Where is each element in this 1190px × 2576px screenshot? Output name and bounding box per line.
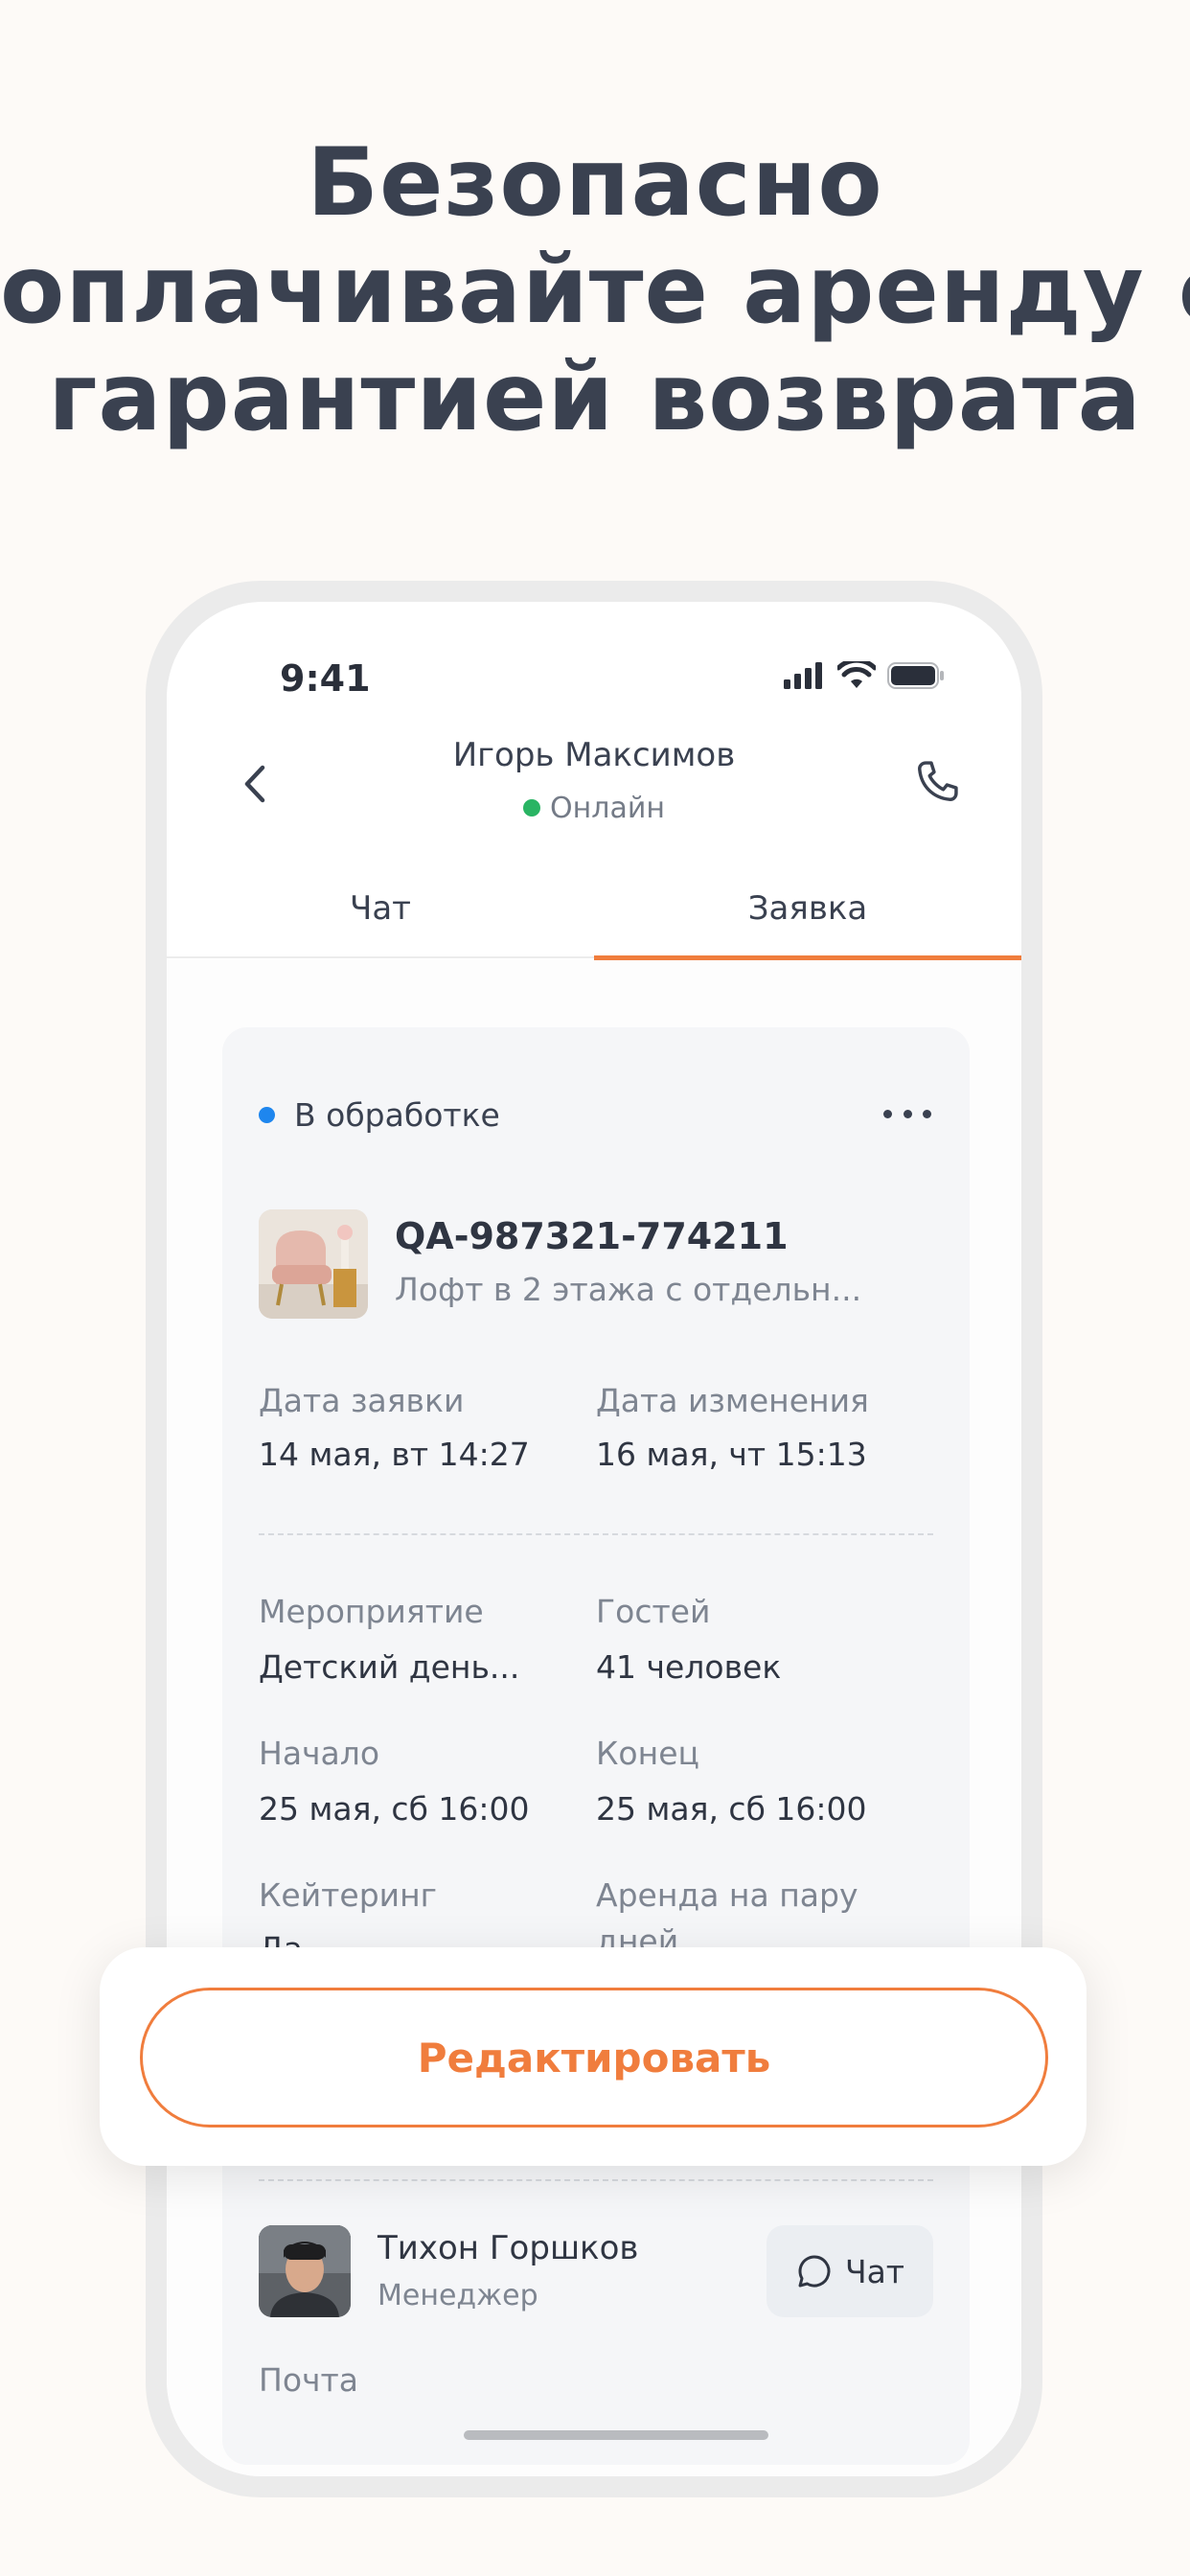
contact-status-label: Онлайн [550, 792, 665, 825]
manager-chat-button[interactable]: Чат [767, 2225, 933, 2317]
phone-screen: 9:41 Игорь Максимов Онлайн Чат Заявка В … [167, 602, 1021, 2476]
status-icons [784, 661, 945, 690]
guests-label: Гостей [596, 1593, 711, 1630]
manager-avatar [259, 2225, 351, 2317]
contact-name: Игорь Максимов [452, 736, 736, 774]
manager-name: Тихон Горшков [378, 2229, 639, 2267]
change-date-label: Дата изменения [596, 1382, 869, 1419]
section-divider [259, 1533, 933, 1535]
battery-icon [887, 662, 944, 689]
request-status-label: В обработке [294, 1096, 500, 1134]
phone-frame: 9:41 Игорь Максимов Онлайн Чат Заявка В … [146, 581, 1042, 2497]
home-indicator[interactable] [464, 2430, 768, 2440]
status-time: 9:41 [280, 657, 371, 700]
event-label: Мероприятие [259, 1593, 484, 1630]
request-content[interactable]: В обработке QA-987321-774211 Лофт в 2 эт… [167, 960, 1021, 2476]
manager-chat-label: Чат [844, 2252, 905, 2290]
promo-headline: Безопасно оплачивайте аренду с гарантией… [0, 129, 1190, 451]
headline-line-3: гарантией возврата [48, 343, 1142, 452]
more-dot-icon [903, 1109, 912, 1118]
call-button[interactable] [906, 751, 968, 813]
manager-role: Менеджер [378, 2279, 538, 2312]
more-dot-icon [883, 1109, 892, 1118]
request-card: В обработке QA-987321-774211 Лофт в 2 эт… [222, 1027, 970, 2465]
edit-button[interactable]: Редактировать [140, 1988, 1048, 2128]
venue-title: Лофт в 2 этажа с отдельн... [395, 1271, 862, 1308]
start-label: Начало [259, 1735, 380, 1772]
manager-photo-image [259, 2225, 351, 2317]
request-id: QA-987321-774211 [395, 1215, 789, 1257]
wifi-icon [837, 661, 876, 688]
start-value: 25 мая, сб 16:00 [259, 1790, 530, 1828]
phone-icon [918, 761, 958, 801]
tab-request[interactable]: Заявка [594, 861, 1021, 960]
end-value: 25 мая, сб 16:00 [596, 1790, 867, 1828]
request-date-label: Дата заявки [259, 1382, 465, 1419]
change-date-value: 16 мая, чт 15:13 [596, 1436, 867, 1473]
rent-label-line-1: Аренда на пару [596, 1876, 858, 1914]
guests-value: 41 человек [596, 1648, 782, 1686]
venue-thumbnail [259, 1209, 368, 1319]
edit-panel: Редактировать [100, 1947, 1087, 2166]
more-dot-icon [923, 1109, 931, 1118]
more-options-button[interactable] [883, 1104, 931, 1123]
catering-label: Кейтеринг [259, 1876, 438, 1914]
chat-bubble-icon [798, 2255, 831, 2288]
contact-status: Онлайн [167, 792, 1021, 825]
venue-photo-image [259, 1209, 368, 1319]
online-indicator [523, 798, 541, 816]
request-status: В обработке [259, 1096, 500, 1134]
headline-line-2: оплачивайте аренду с [0, 236, 1190, 345]
request-date-value: 14 мая, вт 14:27 [259, 1436, 530, 1473]
status-dot [259, 1107, 275, 1123]
section-divider [259, 2179, 933, 2181]
cellular-signal-icon [784, 662, 822, 689]
headline-line-1: Безопасно [307, 128, 883, 238]
tab-bar: Чат Заявка [167, 861, 1021, 960]
email-label: Почта [259, 2361, 358, 2399]
event-value: Детский день... [259, 1648, 520, 1686]
tab-chat[interactable]: Чат [167, 861, 594, 956]
end-label: Конец [596, 1735, 699, 1772]
